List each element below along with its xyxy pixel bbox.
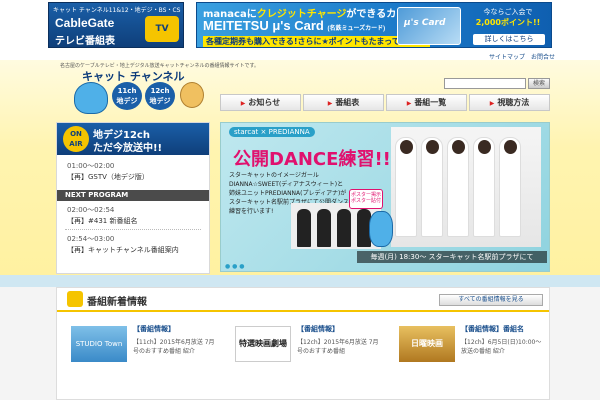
main-navigation: ▶ お知らせ ▶ 番組表 ▶ 番組一覧 ▶ 視聴方法 — [220, 94, 550, 111]
arrow-right-icon: ▶ — [240, 100, 246, 107]
cat-mascot-icon — [369, 211, 393, 247]
hero-title: 公開DANCE練習!! — [233, 149, 391, 170]
cablegate-banner-subtitle: テレビ番組表 — [55, 36, 115, 47]
next-program-title[interactable]: 【再】#431 新番組名 — [67, 216, 137, 226]
program-card-description: 【12ch】6月5日(日)10:00～ 放送の番組 紹介 — [461, 339, 542, 355]
view-all-programs-button[interactable]: すべての番組情報を見る — [439, 294, 543, 306]
manaca-banner-card-name: MEITETSU μ's Card (名鉄ミューズカード) — [203, 18, 386, 33]
program-card-title[interactable]: 【番組情報】番組名 — [461, 324, 524, 334]
on-air-status: ただ今放送中!! — [93, 143, 163, 154]
divider — [65, 229, 201, 230]
site-logo-title[interactable]: キャット チャンネル — [82, 68, 185, 84]
nav-item-news[interactable]: ▶ お知らせ — [220, 94, 301, 111]
idol-group-photo — [391, 127, 541, 247]
channel-11-badge: 11ch 地デジ — [112, 82, 142, 110]
manaca-details-button[interactable]: 詳しくはこちら — [473, 34, 545, 45]
on-air-header: ON AIR 地デジ12ch ただ今放送中!! — [57, 123, 209, 155]
hero-schedule-caption: 毎週(月) 18:30～ スターキャット名駅前プラザにて — [357, 251, 547, 263]
nav-item-schedule[interactable]: ▶ 番組表 — [303, 94, 384, 111]
search-button[interactable]: 検索 — [528, 78, 550, 89]
program-thumbnail[interactable]: 特選映画劇場 — [235, 326, 291, 362]
next-program-time: 02:00～02:54 — [67, 206, 115, 214]
nav-item-how-to-watch[interactable]: ▶ 視聴方法 — [469, 94, 550, 111]
program-card-title[interactable]: 【番組情報】 — [297, 324, 339, 334]
program-thumbnail[interactable]: STUDIO Town — [71, 326, 127, 362]
program-card[interactable]: 日曜映画 【番組情報】番組名 【12ch】6月5日(日)10:00～ 放送の番組… — [391, 322, 546, 394]
cablegate-banner-tagline: キャット チャンネル11&12・地デジ・BS・CS — [53, 7, 181, 14]
program-card-description: 【11ch】2015年6月放送 7月号のおすすめ番組 紹介 — [133, 339, 215, 355]
next-program-time: 02:54～03:00 — [67, 235, 115, 243]
manaca-card-banner[interactable]: manacaにクレジットチャージができるカード! MEITETSU μ's Ca… — [196, 2, 552, 48]
hero-logos: starcat × PREDIANNA — [229, 127, 315, 137]
search-input[interactable] — [444, 78, 526, 89]
arrow-right-icon: ▶ — [489, 100, 495, 107]
tv-icon — [67, 291, 83, 307]
program-card-title[interactable]: 【番組情報】 — [133, 324, 175, 334]
program-thumbnail[interactable]: 日曜映画 — [399, 326, 455, 362]
carousel-dots[interactable]: ● ● ● — [225, 263, 245, 270]
current-program-title[interactable]: 【再】GSTV（地デジ版） — [67, 172, 149, 182]
mouse-mascot-icon — [180, 82, 204, 108]
nav-item-program-list[interactable]: ▶ 番組一覧 — [386, 94, 467, 111]
section-title: 番組新着情報 — [87, 297, 147, 308]
poster-note: ポスター掲示 ポスター貼付 — [349, 189, 383, 209]
next-program-title[interactable]: 【再】キャットチャンネル番組案内 — [67, 245, 179, 255]
new-program-info-header: 番組新着情報 すべての番組情報を見る — [57, 288, 549, 312]
arrow-right-icon: ▶ — [327, 100, 333, 107]
sub-unit-photo — [291, 203, 381, 249]
new-program-info-section: 番組新着情報 すべての番組情報を見る STUDIO Town 【番組情報】 【1… — [56, 287, 550, 400]
cablegate-banner[interactable]: キャット チャンネル11&12・地デジ・BS・CS CableGate テレビ番… — [48, 2, 184, 48]
tv-icon: TV — [145, 16, 179, 42]
utility-links: サイトマップ お問合せ — [485, 52, 555, 61]
cablegate-banner-title: CableGate — [55, 16, 115, 30]
cat-mascot-icon — [74, 82, 108, 114]
next-program-header: NEXT PROGRAM — [57, 190, 209, 201]
program-card[interactable]: 特選映画劇場 【番組情報】 【12ch】2015年6月放送 7月号のおすすめ番組 — [227, 322, 382, 394]
channel-12-badge: 12ch 地デジ — [145, 82, 175, 110]
sitemap-link[interactable]: サイトマップ — [489, 54, 525, 61]
program-card-description: 【12ch】2015年6月放送 7月号のおすすめ番組 — [297, 339, 379, 355]
contact-link[interactable]: お問合せ — [531, 54, 555, 61]
on-air-panel: ON AIR 地デジ12ch ただ今放送中!! 01:00～02:00 【再】G… — [56, 122, 210, 274]
current-program-time: 01:00～02:00 — [67, 162, 115, 170]
featured-event-banner[interactable]: starcat × PREDIANNA 公開DANCE練習!! スターキャットの… — [220, 122, 550, 272]
arrow-right-icon: ▶ — [406, 100, 412, 107]
credit-card-image: μ's Card — [397, 7, 461, 45]
program-card[interactable]: STUDIO Town 【番組情報】 【11ch】2015年6月放送 7月号のお… — [63, 322, 218, 394]
manaca-banner-promo: 今ならご入会で 2,000ポイント!! — [475, 8, 541, 27]
section-stripe — [0, 275, 600, 287]
on-air-badge: ON AIR — [63, 126, 89, 152]
